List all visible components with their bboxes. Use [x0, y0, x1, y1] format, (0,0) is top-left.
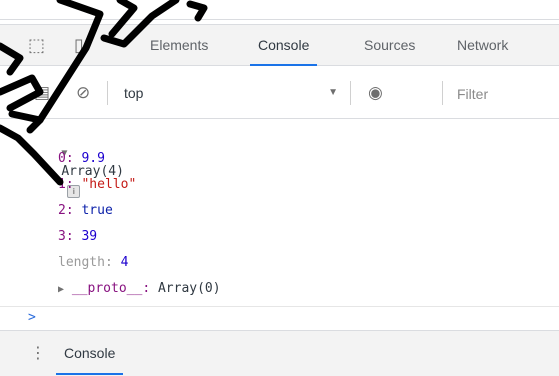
- array-item-key: 2: [58, 203, 66, 218]
- toolbar-separator: [350, 81, 351, 105]
- toolbar-separator: [107, 81, 108, 105]
- live-expression-icon[interactable]: ◉: [368, 82, 383, 104]
- array-item-key: 3: [58, 229, 66, 244]
- array-proto[interactable]: ▶ __proto__: Array(0): [58, 280, 221, 299]
- array-item-value: 39: [81, 229, 98, 244]
- array-length-value: 4: [120, 255, 129, 270]
- proto-label: __proto__: [71, 281, 143, 296]
- console-sidebar-icon[interactable]: ▤: [34, 82, 50, 104]
- proto-value: Array(0): [157, 281, 221, 296]
- prompt-divider: [0, 306, 559, 307]
- device-toolbar-icon[interactable]: ▯: [74, 35, 84, 55]
- array-item-value: true: [81, 203, 113, 218]
- array-item-key: 0: [58, 151, 66, 166]
- devtools-tab-bar: ⬚ ▯ Elements Console Sources Network: [0, 24, 559, 66]
- array-length: length: 4: [58, 255, 129, 270]
- filter-input[interactable]: [455, 81, 559, 107]
- array-item-key: 1: [58, 177, 66, 192]
- tab-console[interactable]: Console: [249, 25, 318, 66]
- prompt-caret: >: [28, 310, 36, 325]
- tab-sources[interactable]: Sources: [362, 25, 417, 65]
- array-item-value: "hello": [81, 177, 137, 192]
- kebab-menu-icon[interactable]: ⋮: [30, 343, 46, 363]
- array-item: 0: 9.9: [58, 151, 105, 166]
- context-selector[interactable]: top ▼: [124, 82, 338, 104]
- cursor-select-icon[interactable]: ⬚: [28, 35, 45, 55]
- console-toolbar: ▤ ⊘ top ▼ ◉: [0, 67, 559, 119]
- array-item: 2: true: [58, 203, 113, 218]
- console-input[interactable]: [44, 308, 548, 330]
- array-item: 3: 39: [58, 229, 98, 244]
- array-length-label: length: [58, 255, 105, 270]
- clear-console-icon[interactable]: ⊘: [76, 82, 90, 104]
- console-output: ▼ Array(4) i 0: 9.9 1: "hello" 2: true 3…: [0, 120, 559, 306]
- tab-elements[interactable]: Elements: [148, 25, 210, 65]
- console-drawer: ⋮ Console: [0, 330, 559, 376]
- window-top-strip: [0, 0, 559, 20]
- dropdown-caret-icon: ▼: [328, 87, 338, 98]
- array-item: 1: "hello": [58, 177, 137, 192]
- array-item-value: 9.9: [81, 151, 105, 166]
- top-divider: [0, 19, 559, 20]
- drawer-tab-console[interactable]: Console: [55, 331, 124, 375]
- toolbar-separator: [442, 81, 443, 105]
- context-selector-value: top: [124, 85, 144, 101]
- expand-arrow-icon[interactable]: ▶: [58, 284, 64, 295]
- tab-network[interactable]: Network: [455, 25, 510, 65]
